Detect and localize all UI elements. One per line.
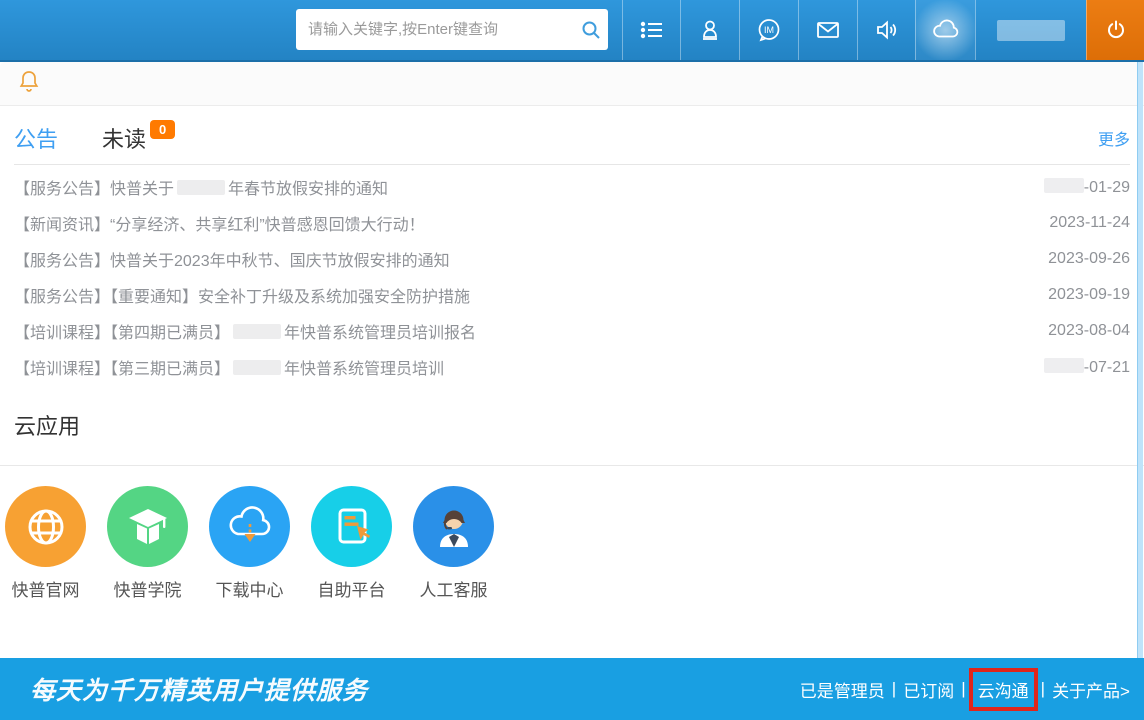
redacted-year xyxy=(177,180,225,195)
topbar-icon-strip: IM xyxy=(608,0,1144,60)
app-self-service[interactable]: 自助平台 xyxy=(311,486,392,601)
announcement-title: 【服务公告】快普关于2023年中秋节、国庆节放假安排的通知 xyxy=(14,247,450,271)
announcement-title: 【服务公告】【重要通知】安全补丁升级及系统加强安全防护措施 xyxy=(14,283,470,307)
app-label: 自助平台 xyxy=(311,576,392,601)
search-input[interactable] xyxy=(296,9,574,50)
announcement-row[interactable]: 【培训课程】【第四期已满员】 年快普系统管理员培训报名 2023-08-04 xyxy=(14,313,1130,349)
app-label: 下载中心 xyxy=(209,576,290,601)
unread-count-badge: 0 xyxy=(150,120,175,139)
announcement-date: 2023-09-19 xyxy=(1048,286,1130,304)
app-kuaipu-website[interactable]: 快普官网 xyxy=(5,486,86,601)
menu-list-icon[interactable] xyxy=(622,0,680,60)
footer-links: 已是管理员 | 已订阅 | 云沟通 | 关于产品> xyxy=(800,677,1130,702)
announcement-date: 2023-11-24 xyxy=(1049,214,1130,232)
cloud-download-icon xyxy=(209,486,290,567)
username-area[interactable] xyxy=(975,0,1086,60)
im-chat-icon[interactable]: IM xyxy=(739,0,798,60)
app-label: 快普学院 xyxy=(107,576,188,601)
graduation-cap-icon xyxy=(107,486,188,567)
redacted-date-year xyxy=(1044,178,1084,193)
customer-service-icon xyxy=(413,486,494,567)
redacted-year xyxy=(233,324,281,339)
topbar-spacer xyxy=(608,0,622,60)
redacted-date-year xyxy=(1044,358,1084,373)
announcement-list: 【服务公告】快普关于 年春节放假安排的通知 -01-29 【新闻资讯】“分享经济、… xyxy=(0,165,1144,385)
announce-sound-icon[interactable] xyxy=(857,0,915,60)
more-link[interactable]: 更多 xyxy=(1098,126,1130,150)
user-icon[interactable] xyxy=(680,0,739,60)
vertical-scrollbar[interactable] xyxy=(1137,62,1143,658)
footer-link-about-product[interactable]: 关于产品> xyxy=(1052,677,1130,702)
footer-link-subscribed[interactable]: 已订阅 xyxy=(903,677,954,702)
tab-announcements[interactable]: 公告 xyxy=(14,122,58,154)
announcement-date: -01-29 xyxy=(1041,178,1130,197)
notification-bar xyxy=(0,62,1144,106)
bell-icon[interactable] xyxy=(18,69,40,98)
announcement-row[interactable]: 【服务公告】快普关于2023年中秋节、国庆节放假安排的通知 2023-09-26 xyxy=(14,241,1130,277)
app-label: 人工客服 xyxy=(413,576,494,601)
footer-separator: | xyxy=(961,679,965,699)
announcement-row[interactable]: 【培训课程】【第三期已满员】 年快普系统管理员培训 -07-21 xyxy=(14,349,1130,385)
self-service-icon xyxy=(311,486,392,567)
top-bar: IM xyxy=(0,0,1144,62)
cloud-icon[interactable] xyxy=(915,0,975,60)
announcement-title: 【培训课程】【第三期已满员】 xyxy=(14,361,230,378)
svg-text:IM: IM xyxy=(764,25,774,35)
redacted-year xyxy=(233,360,281,375)
tab-unread[interactable]: 未读 xyxy=(102,122,146,154)
footer-bar: 每天为千万精英用户提供服务 已是管理员 | 已订阅 | 云沟通 | 关于产品> xyxy=(0,658,1144,720)
announcement-row[interactable]: 【新闻资讯】“分享经济、共享红利”快普感恩回馈大行动！ 2023-11-24 xyxy=(14,205,1130,241)
app-customer-service[interactable]: 人工客服 xyxy=(413,486,494,601)
footer-link-admin[interactable]: 已是管理员 xyxy=(800,677,885,702)
announcement-row[interactable]: 【服务公告】【重要通知】安全补丁升级及系统加强安全防护措施 2023-09-19 xyxy=(14,277,1130,313)
footer-link-cloud-communication[interactable]: 云沟通 xyxy=(978,677,1029,702)
announcement-date: 2023-09-26 xyxy=(1048,250,1130,268)
cloud-apps-section: 云应用 快普官网 xyxy=(0,409,1144,601)
announcement-date: -07-21 xyxy=(1041,358,1130,377)
app-download-center[interactable]: 下载中心 xyxy=(209,486,290,601)
footer-separator: | xyxy=(1041,679,1045,699)
cloud-apps-row: 快普官网 快普学院 xyxy=(0,466,1144,601)
announcement-title-tail: 年春节放假安排的通知 xyxy=(228,181,388,198)
cloud-apps-title: 云应用 xyxy=(0,409,1144,441)
search-box[interactable] xyxy=(296,9,608,50)
username-redacted xyxy=(997,20,1065,41)
announcement-title-tail: 年快普系统管理员培训报名 xyxy=(284,325,476,342)
announcements-header: 公告 未读 0 更多 xyxy=(0,106,1144,164)
app-kuaipu-academy[interactable]: 快普学院 xyxy=(107,486,188,601)
announcement-title-tail: 年快普系统管理员培训 xyxy=(284,361,444,378)
footer-separator: | xyxy=(892,679,896,699)
mail-icon[interactable] xyxy=(798,0,857,60)
announcement-title: 【新闻资讯】“分享经济、共享红利”快普感恩回馈大行动！ xyxy=(14,211,425,235)
app-label: 快普官网 xyxy=(5,576,86,601)
search-icon[interactable] xyxy=(574,19,608,41)
footer-slogan: 每天为千万精英用户提供服务 xyxy=(30,671,368,707)
announcement-title: 【培训课程】【第四期已满员】 xyxy=(14,325,230,342)
main-panel: 公告 未读 0 更多 【服务公告】快普关于 年春节放假安排的通知 -01-29 【… xyxy=(0,62,1144,658)
power-icon[interactable] xyxy=(1086,0,1144,60)
announcement-title: 【服务公告】快普关于 xyxy=(14,181,174,198)
announcement-date: 2023-08-04 xyxy=(1048,322,1130,340)
globe-icon xyxy=(5,486,86,567)
announcement-row[interactable]: 【服务公告】快普关于 年春节放假安排的通知 -01-29 xyxy=(14,169,1130,205)
